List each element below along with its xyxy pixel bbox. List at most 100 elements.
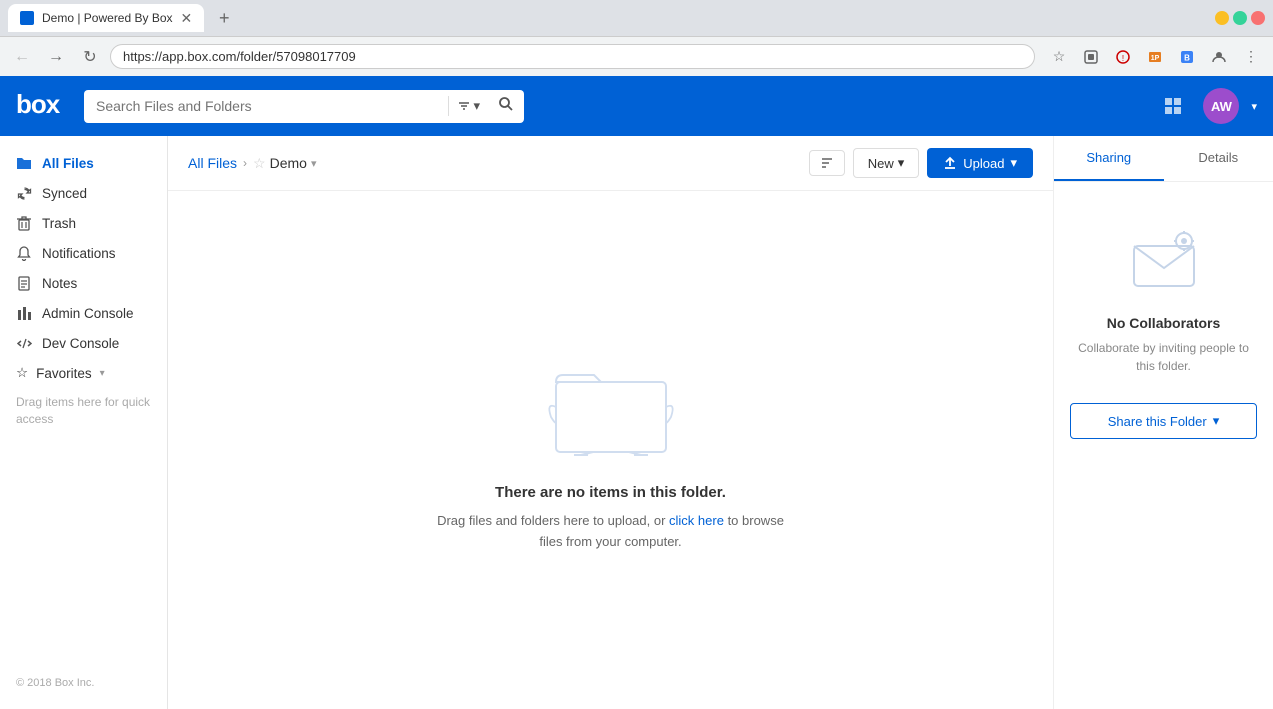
- tab-close-icon[interactable]: ✕: [181, 10, 193, 27]
- sync-icon: [16, 185, 32, 201]
- breadcrumb-separator-icon: ›: [243, 156, 247, 170]
- breadcrumb-current-label: Demo: [270, 155, 307, 171]
- share-folder-button[interactable]: Share this Folder ▾: [1070, 403, 1257, 439]
- refresh-button[interactable]: ↻: [76, 43, 104, 71]
- share-chevron-icon: ▾: [1213, 413, 1220, 429]
- browser-toolbar: ← → ↻ https://app.box.com/folder/5709801…: [0, 36, 1273, 76]
- breadcrumb-chevron-icon[interactable]: ▾: [311, 157, 317, 170]
- search-filter-button[interactable]: ▾: [449, 92, 488, 120]
- extension-icon-2[interactable]: !: [1109, 43, 1137, 71]
- sidebar-item-notes[interactable]: Notes: [0, 268, 167, 298]
- url-text: https://app.box.com/folder/57098017709: [123, 49, 1022, 64]
- sidebar-label-dev-console: Dev Console: [42, 336, 119, 351]
- extension-icon-3[interactable]: 1P: [1141, 43, 1169, 71]
- new-button[interactable]: New ▾: [853, 148, 920, 178]
- header-right: AW ▾: [1155, 88, 1257, 124]
- browser-toolbar-icons: ☆ ! 1P B ⋮: [1045, 43, 1265, 71]
- empty-state-title: There are no items in this folder.: [495, 484, 726, 501]
- extension-icon-1[interactable]: [1077, 43, 1105, 71]
- avatar-chevron[interactable]: ▾: [1251, 100, 1257, 113]
- minimize-button[interactable]: [1215, 11, 1229, 25]
- close-button[interactable]: [1251, 11, 1265, 25]
- svg-text:B: B: [1184, 53, 1190, 62]
- favorites-chevron-icon: ▾: [100, 368, 105, 379]
- star-icon: ☆: [16, 365, 28, 381]
- search-container: ▾: [84, 90, 524, 123]
- new-tab-button[interactable]: +: [210, 4, 238, 32]
- empty-subtitle-before: Drag files and folders here to upload, o…: [437, 513, 669, 528]
- search-button[interactable]: [488, 90, 524, 123]
- sidebar-label-synced: Synced: [42, 186, 87, 201]
- admin-icon: [16, 305, 32, 321]
- browser-tab-title: Demo | Powered By Box: [42, 11, 173, 25]
- sidebar-item-dev-console[interactable]: Dev Console: [0, 328, 167, 358]
- upload-button[interactable]: Upload ▾: [927, 148, 1033, 178]
- forward-button[interactable]: →: [42, 43, 70, 71]
- breadcrumb: All Files › ☆ Demo ▾: [188, 155, 801, 172]
- search-input[interactable]: [84, 90, 448, 122]
- browser-tab[interactable]: Demo | Powered By Box ✕: [8, 4, 204, 32]
- new-button-label: New: [868, 156, 894, 171]
- app-body: All Files Synced Trash Notifications: [0, 136, 1273, 709]
- tab-details[interactable]: Details: [1164, 136, 1273, 181]
- sidebar-footer: © 2018 Box Inc.: [0, 669, 167, 697]
- bookmark-icon[interactable]: ☆: [1045, 43, 1073, 71]
- toolbar-right: New ▾ Upload ▾: [809, 148, 1033, 178]
- trash-icon: [16, 215, 32, 231]
- extension-icon-4[interactable]: B: [1173, 43, 1201, 71]
- sidebar-label-all-files: All Files: [42, 156, 94, 171]
- drag-hint: Drag items here for quick access: [0, 388, 167, 440]
- browser-titlebar: Demo | Powered By Box ✕ +: [0, 0, 1273, 36]
- grid-view-button[interactable]: [1155, 88, 1191, 124]
- breadcrumb-root[interactable]: All Files: [188, 155, 237, 171]
- panel-content: No Collaborators Collaborate by inviting…: [1054, 182, 1273, 709]
- window-controls: [1215, 11, 1265, 25]
- browser-chrome: Demo | Powered By Box ✕ + ← → ↻ https://…: [0, 0, 1273, 76]
- empty-folder-illustration: [546, 347, 676, 460]
- svg-text:!: !: [1122, 54, 1124, 63]
- sidebar-item-all-files[interactable]: All Files: [0, 148, 167, 178]
- avatar[interactable]: AW: [1203, 88, 1239, 124]
- maximize-button[interactable]: [1233, 11, 1247, 25]
- breadcrumb-star-icon[interactable]: ☆: [253, 155, 266, 172]
- sidebar-label-admin-console: Admin Console: [42, 306, 134, 321]
- upload-button-label: Upload: [963, 156, 1004, 171]
- empty-state-subtitle: Drag files and folders here to upload, o…: [437, 511, 784, 553]
- sidebar-item-admin-console[interactable]: Admin Console: [0, 298, 167, 328]
- app: box ▾ AW ▾: [0, 76, 1273, 709]
- no-collaborators-illustration: [1124, 226, 1204, 299]
- sidebar-item-trash[interactable]: Trash: [0, 208, 167, 238]
- note-icon: [16, 275, 32, 291]
- sidebar-label-notifications: Notifications: [42, 246, 116, 261]
- box-logo: box: [16, 89, 64, 124]
- app-header: box ▾ AW ▾: [0, 76, 1273, 136]
- share-folder-label: Share this Folder: [1108, 414, 1207, 429]
- sort-button[interactable]: [809, 150, 845, 176]
- svg-text:box: box: [16, 89, 61, 117]
- sidebar: All Files Synced Trash Notifications: [0, 136, 168, 709]
- panel-tabs: Sharing Details: [1054, 136, 1273, 182]
- no-collaborators-subtitle: Collaborate by inviting people to this f…: [1070, 339, 1257, 375]
- profile-icon[interactable]: [1205, 43, 1233, 71]
- right-panel: Sharing Details: [1053, 136, 1273, 709]
- no-collaborators-title: No Collaborators: [1107, 315, 1221, 331]
- favorites-label: Favorites: [36, 366, 92, 381]
- favorites-section[interactable]: ☆ Favorites ▾: [0, 358, 167, 388]
- bell-icon: [16, 245, 32, 261]
- sidebar-item-notifications[interactable]: Notifications: [0, 238, 167, 268]
- dev-icon: [16, 335, 32, 351]
- menu-icon[interactable]: ⋮: [1237, 43, 1265, 71]
- address-bar[interactable]: https://app.box.com/folder/57098017709: [110, 44, 1035, 69]
- svg-text:1P: 1P: [1151, 55, 1160, 62]
- sidebar-item-synced[interactable]: Synced: [0, 178, 167, 208]
- empty-state: There are no items in this folder. Drag …: [168, 191, 1053, 709]
- browser-tab-favicon: [20, 11, 34, 25]
- sidebar-label-notes: Notes: [42, 276, 77, 291]
- folder-icon: [16, 155, 32, 171]
- upload-chevron-icon: ▾: [1010, 155, 1017, 171]
- breadcrumb-current: ☆ Demo ▾: [253, 155, 316, 172]
- back-button[interactable]: ←: [8, 43, 36, 71]
- empty-state-click-here-link[interactable]: click here: [669, 513, 724, 528]
- content-toolbar: All Files › ☆ Demo ▾ New ▾: [168, 136, 1053, 191]
- tab-sharing[interactable]: Sharing: [1054, 136, 1164, 181]
